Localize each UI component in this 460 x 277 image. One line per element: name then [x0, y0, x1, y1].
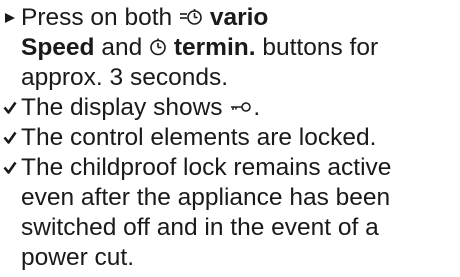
result-text-line: even after the appliance has been [21, 184, 391, 211]
vario-speed-clock-icon [179, 8, 203, 26]
result-text-line: The childproof lock remains active [21, 154, 392, 181]
checkmark-icon [3, 93, 17, 123]
checkmark-icon [3, 153, 17, 183]
result-text: The display shows . [21, 94, 261, 121]
result-text: The control elements are locked. [21, 124, 377, 151]
result-text-line: switched off and in the event of a [21, 214, 379, 241]
step-text-part: buttons for [262, 34, 379, 61]
instruction-block: Press on both vario Speed and termin. bu… [0, 0, 460, 277]
result-text: The childproof lock remains active even … [21, 153, 457, 273]
step-text-part: and [101, 34, 143, 61]
checkmark-icon [3, 123, 17, 153]
termin-button-label: termin. [173, 34, 256, 61]
result-text-line: power cut. [21, 244, 135, 271]
clock-icon [149, 38, 167, 56]
step-text: Press on both vario Speed and termin. bu… [21, 3, 457, 93]
triangle-arrow-icon [3, 3, 17, 33]
key-lock-icon [229, 100, 253, 114]
speed-button-label: Speed [21, 34, 95, 61]
step-text-part: approx. 3 seconds. [21, 64, 229, 91]
vario-button-label: vario [209, 4, 269, 31]
step-text-part: Press on both [21, 4, 173, 31]
